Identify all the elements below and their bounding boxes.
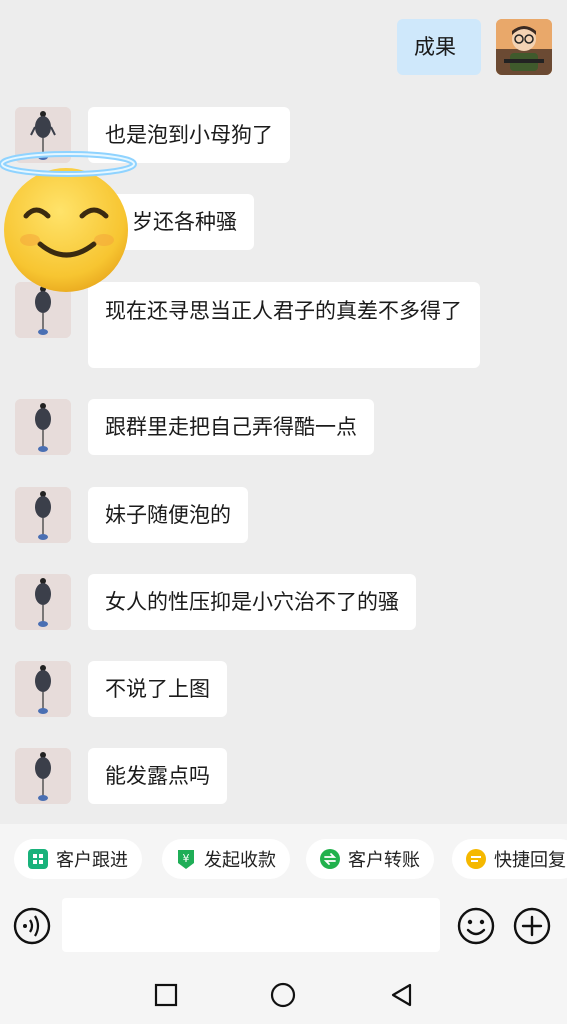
- message-text: 妹子随便泡的: [105, 503, 231, 527]
- quick-action-label: 客户转账: [348, 850, 420, 871]
- quick-action-label: 发起收款: [204, 850, 276, 871]
- message-text: 跟群里走把自己弄得酷一点: [105, 415, 357, 439]
- emoji-picker-icon[interactable]: [456, 906, 496, 946]
- smiling-face-with-halo-icon: [0, 148, 140, 294]
- circle-nav-icon[interactable]: [270, 982, 296, 1008]
- system-navigation-bar: [0, 964, 567, 1024]
- message-input[interactable]: [62, 898, 440, 952]
- quick-reply-icon: [466, 849, 486, 869]
- contact-avatar[interactable]: [15, 748, 71, 804]
- quick-action-bar: 客户跟进 ¥ 发起收款 客户转账 快捷回复: [0, 824, 567, 894]
- svg-text:¥: ¥: [183, 852, 190, 865]
- customer-followup-icon: [28, 849, 48, 869]
- voice-input-icon[interactable]: [12, 906, 52, 946]
- contact-avatar[interactable]: [15, 487, 71, 543]
- message-text: 也是泡到小母狗了: [105, 123, 273, 147]
- square-nav-icon[interactable]: [153, 982, 179, 1008]
- chat-area[interactable]: 成果 也是泡到小母狗了 岁还各种骚 现在还寻思当正人君子的真差不多得了 跟群里走…: [0, 0, 567, 824]
- message-text: 能发露点吗: [105, 764, 210, 788]
- message-bubble-incoming[interactable]: 女人的性压抑是小穴治不了的骚: [88, 574, 416, 630]
- quick-action-quick-reply[interactable]: 快捷回复: [452, 839, 567, 879]
- quick-action-customer-followup[interactable]: 客户跟进: [14, 839, 142, 879]
- quick-action-label: 快捷回复: [494, 850, 566, 871]
- message-bubble-incoming[interactable]: 不说了上图: [88, 661, 227, 717]
- collect-payment-icon: ¥: [178, 850, 194, 869]
- quick-action-collect-payment[interactable]: ¥ 发起收款: [162, 839, 290, 879]
- back-triangle-icon[interactable]: [389, 982, 415, 1008]
- more-actions-plus-icon[interactable]: [512, 906, 552, 946]
- message-text: 不说了上图: [105, 677, 210, 701]
- transfer-icon: [320, 849, 340, 869]
- quick-action-transfer[interactable]: 客户转账: [306, 839, 434, 879]
- message-text: 岁还各种骚: [132, 210, 237, 234]
- message-bubble-incoming[interactable]: 妹子随便泡的: [88, 487, 248, 543]
- quick-action-label: 客户跟进: [56, 850, 128, 871]
- contact-avatar[interactable]: [15, 661, 71, 717]
- message-text: 成果: [414, 35, 456, 59]
- my-avatar[interactable]: [496, 19, 552, 75]
- message-text: 现在还寻思当正人君子的真差不多得了: [105, 299, 462, 323]
- message-bubble-incoming[interactable]: 现在还寻思当正人君子的真差不多得了: [88, 282, 480, 368]
- contact-avatar[interactable]: [15, 399, 71, 455]
- message-text: 女人的性压抑是小穴治不了的骚: [105, 590, 399, 614]
- input-bar: [0, 894, 567, 964]
- message-bubble-incoming[interactable]: 跟群里走把自己弄得酷一点: [88, 399, 374, 455]
- message-bubble-incoming[interactable]: 能发露点吗: [88, 748, 227, 804]
- contact-avatar[interactable]: [15, 574, 71, 630]
- message-bubble-outgoing[interactable]: 成果: [397, 19, 481, 75]
